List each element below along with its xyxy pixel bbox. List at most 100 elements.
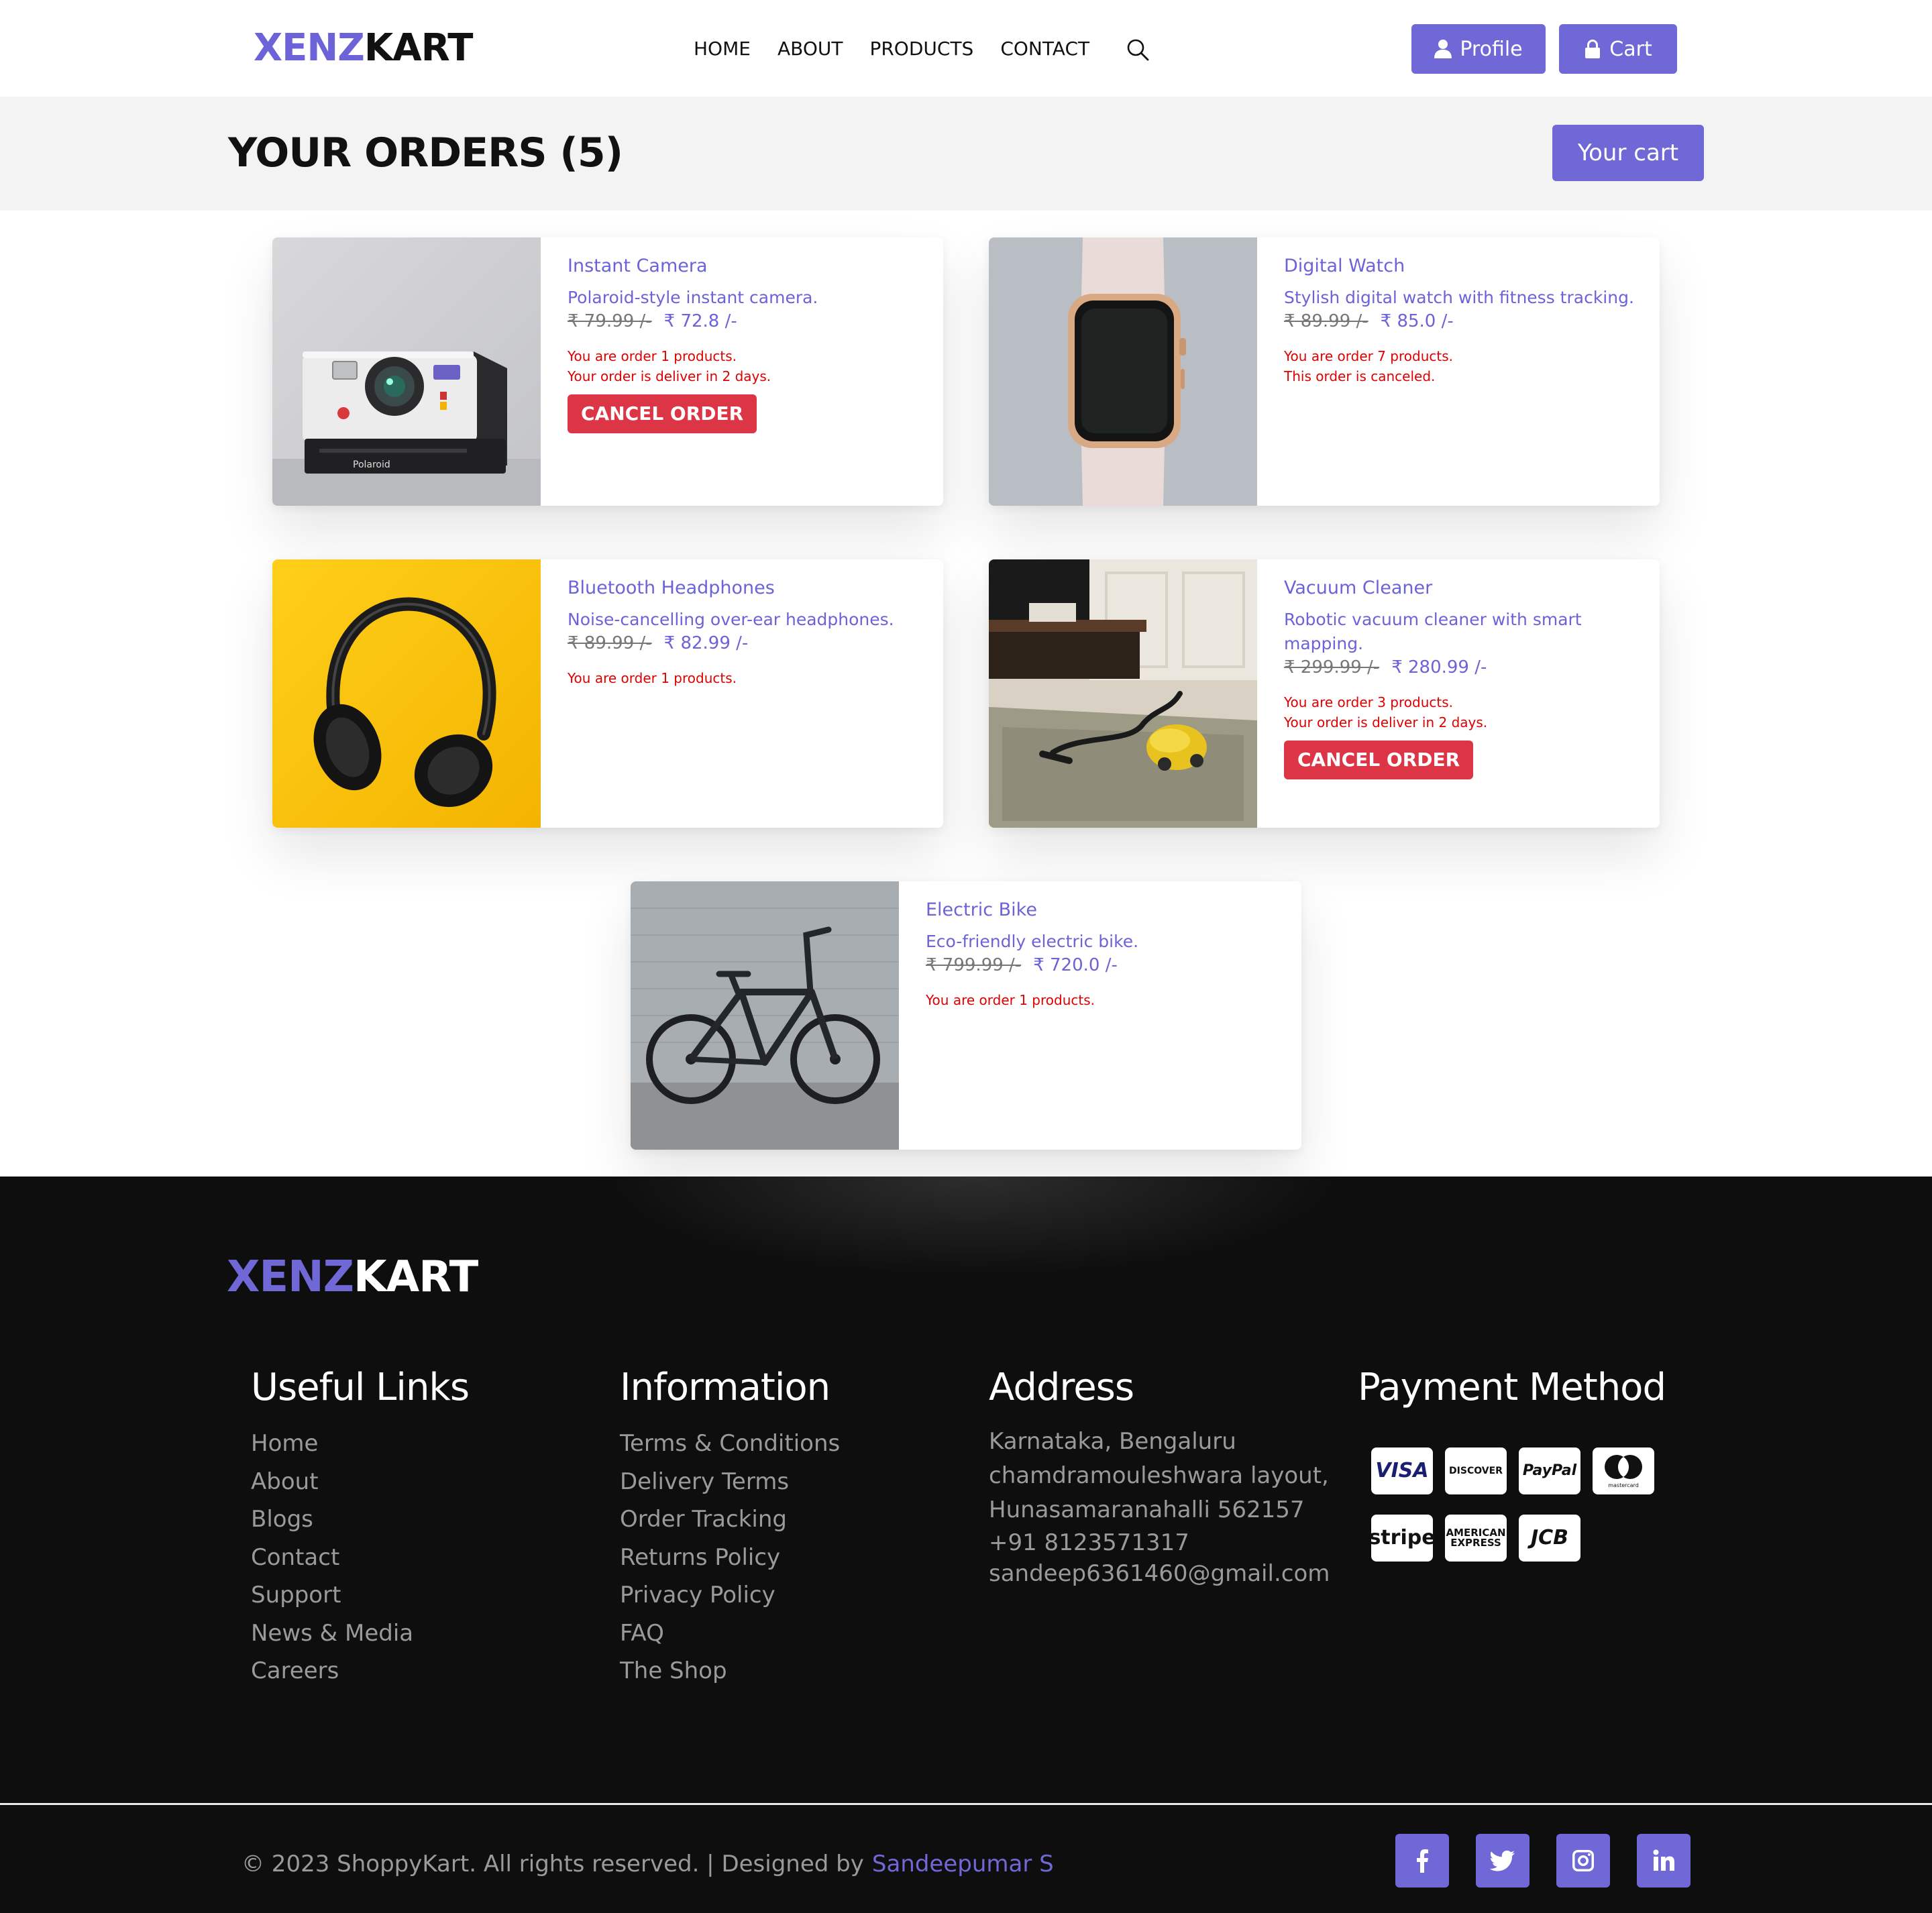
facebook-icon[interactable] xyxy=(1395,1834,1449,1888)
footer-link-delivery-terms[interactable]: Delivery Terms xyxy=(620,1463,840,1501)
payment-method-column: Payment Method xyxy=(1358,1364,1666,1425)
delivery-status: This order is canceled. xyxy=(1284,368,1436,384)
footer-link-order-tracking[interactable]: Order Tracking xyxy=(620,1500,840,1539)
main-nav: HOME ABOUT PRODUCTS CONTACT xyxy=(694,36,1116,62)
order-card: Electric Bike Eco-friendly electric bike… xyxy=(631,881,1301,1150)
footer-link-terms[interactable]: Terms & Conditions xyxy=(620,1425,840,1463)
footer-brand-logo[interactable]: XENZKART xyxy=(227,1250,478,1304)
instagram-icon[interactable] xyxy=(1556,1834,1610,1888)
cancel-order-button[interactable]: CANCEL ORDER xyxy=(568,394,757,433)
product-description: Robotic vacuum cleaner with smart mappin… xyxy=(1284,610,1582,653)
product-description: Polaroid-style instant camera. xyxy=(568,288,818,307)
brand-logo-part1: XENZ xyxy=(254,26,365,70)
address-email[interactable]: sandeep6361460@gmail.com xyxy=(989,1558,1338,1589)
brand-logo[interactable]: XENZKART xyxy=(254,25,474,71)
designer-link[interactable]: Sandeepumar S xyxy=(872,1851,1054,1877)
twitter-icon[interactable] xyxy=(1476,1834,1529,1888)
nav-products[interactable]: PRODUCTS xyxy=(869,36,973,62)
order-card: Vacuum Cleaner Robotic vacuum cleaner wi… xyxy=(989,559,1660,828)
visa-icon: VISA xyxy=(1371,1447,1433,1494)
cart-button[interactable]: Cart xyxy=(1559,24,1677,74)
footer-divider xyxy=(0,1803,1932,1805)
information-heading: Information xyxy=(620,1366,830,1409)
footer-link-careers[interactable]: Careers xyxy=(251,1652,469,1690)
original-price: ₹ 79.99 /- xyxy=(568,311,652,331)
profile-button[interactable]: Profile xyxy=(1411,24,1546,74)
footer-glow xyxy=(604,1177,1342,1277)
product-description: Eco-friendly electric bike. xyxy=(926,932,1139,951)
useful-links-column: Useful Links Home About Blogs Contact Su… xyxy=(251,1364,470,1690)
discover-icon: DISCOVER xyxy=(1445,1447,1507,1494)
address-heading: Address xyxy=(989,1366,1134,1409)
order-status: You are order 1 products. xyxy=(926,990,1288,1010)
product-name[interactable]: Bluetooth Headphones xyxy=(568,577,930,600)
order-quantity: You are order 1 products. xyxy=(568,348,737,364)
product-price: ₹ 89.99 /- ₹ 82.99 /- xyxy=(568,632,930,655)
footer-link-the-shop[interactable]: The Shop xyxy=(620,1652,840,1690)
product-name[interactable]: Digital Watch xyxy=(1284,255,1646,278)
product-image-digital-watch xyxy=(989,237,1257,506)
brand-logo-part2: KART xyxy=(364,26,474,70)
user-icon xyxy=(1434,40,1452,58)
footer-link-blogs[interactable]: Blogs xyxy=(251,1500,469,1539)
delivery-status: Your order is deliver in 2 days. xyxy=(1284,714,1488,730)
footer-link-privacy-policy[interactable]: Privacy Policy xyxy=(620,1576,840,1615)
product-image-instant-camera: Polaroid xyxy=(272,237,541,506)
nav-contact[interactable]: CONTACT xyxy=(1000,36,1089,62)
footer-link-about[interactable]: About xyxy=(251,1463,469,1501)
footer-brand-part2: KART xyxy=(354,1252,478,1302)
copyright-text: © 2023 ShoppyKart. All rights reserved. … xyxy=(241,1851,864,1877)
footer-link-faq[interactable]: FAQ xyxy=(620,1615,840,1653)
product-image-electric-bike xyxy=(631,881,899,1150)
footer-link-returns-policy[interactable]: Returns Policy xyxy=(620,1539,840,1577)
nav-home[interactable]: HOME xyxy=(694,36,751,62)
order-status: You are order 3 products. Your order is … xyxy=(1284,692,1646,732)
delivery-status: Your order is deliver in 2 days. xyxy=(568,368,771,384)
linkedin-icon[interactable] xyxy=(1637,1834,1690,1888)
paypal-icon: PayPal xyxy=(1519,1447,1580,1494)
cart-button-label: Cart xyxy=(1609,37,1652,61)
page-title: YOUR ORDERS (5) xyxy=(228,129,623,176)
product-description: Stylish digital watch with fitness track… xyxy=(1284,288,1634,307)
footer-link-home[interactable]: Home xyxy=(251,1425,469,1463)
footer-link-support[interactable]: Support xyxy=(251,1576,469,1615)
information-column: Information Terms & Conditions Delivery … xyxy=(620,1364,840,1690)
product-name[interactable]: Instant Camera xyxy=(568,255,930,278)
product-name[interactable]: Vacuum Cleaner xyxy=(1284,577,1646,600)
footer-link-contact[interactable]: Contact xyxy=(251,1539,469,1577)
mastercard-wordmark: mastercard xyxy=(1608,1482,1639,1488)
address-phone: +91 8123571317 xyxy=(989,1529,1189,1556)
order-quantity: You are order 3 products. xyxy=(1284,694,1454,710)
address-column: Address Karnataka, Bengaluru chamdramoul… xyxy=(989,1364,1338,1589)
twitter-glyph xyxy=(1489,1850,1515,1871)
order-quantity: You are order 1 products. xyxy=(568,670,737,686)
product-price: ₹ 299.99 /- ₹ 280.99 /- xyxy=(1284,656,1646,679)
original-price: ₹ 299.99 /- xyxy=(1284,657,1380,677)
linkedin-glyph xyxy=(1653,1849,1674,1871)
amex-icon: AMERICAN EXPRESS xyxy=(1445,1515,1507,1562)
product-price: ₹ 89.99 /- ₹ 85.0 /- xyxy=(1284,310,1646,333)
address-text: Karnataka, Bengaluru chamdramouleshwara … xyxy=(989,1428,1329,1523)
search-icon[interactable] xyxy=(1126,38,1150,62)
useful-links-heading: Useful Links xyxy=(251,1366,470,1409)
navbar: XENZKART HOME ABOUT PRODUCTS CONTACT Pro… xyxy=(0,0,1932,97)
mastercard-icon: mastercard xyxy=(1593,1447,1654,1494)
order-status: You are order 1 products. xyxy=(568,668,930,688)
discounted-price: ₹ 82.99 /- xyxy=(663,633,749,653)
footer-link-news-media[interactable]: News & Media xyxy=(251,1615,469,1653)
payment-method-heading: Payment Method xyxy=(1358,1366,1666,1409)
original-price: ₹ 89.99 /- xyxy=(1284,311,1368,331)
product-price: ₹ 799.99 /- ₹ 720.0 /- xyxy=(926,954,1288,977)
your-cart-button[interactable]: Your cart xyxy=(1552,125,1704,181)
original-price: ₹ 799.99 /- xyxy=(926,955,1022,975)
order-card: Bluetooth Headphones Noise-cancelling ov… xyxy=(272,559,943,828)
footer-brand-part1: XENZ xyxy=(227,1252,354,1302)
cancel-order-button[interactable]: CANCEL ORDER xyxy=(1284,741,1474,779)
product-name[interactable]: Electric Bike xyxy=(926,899,1288,922)
lock-icon xyxy=(1585,40,1601,58)
nav-about[interactable]: ABOUT xyxy=(777,36,843,62)
profile-button-label: Profile xyxy=(1460,37,1523,61)
svg-text:Polaroid: Polaroid xyxy=(353,459,390,470)
product-description: Noise-cancelling over-ear headphones. xyxy=(568,610,894,629)
order-quantity: You are order 7 products. xyxy=(1284,348,1454,364)
